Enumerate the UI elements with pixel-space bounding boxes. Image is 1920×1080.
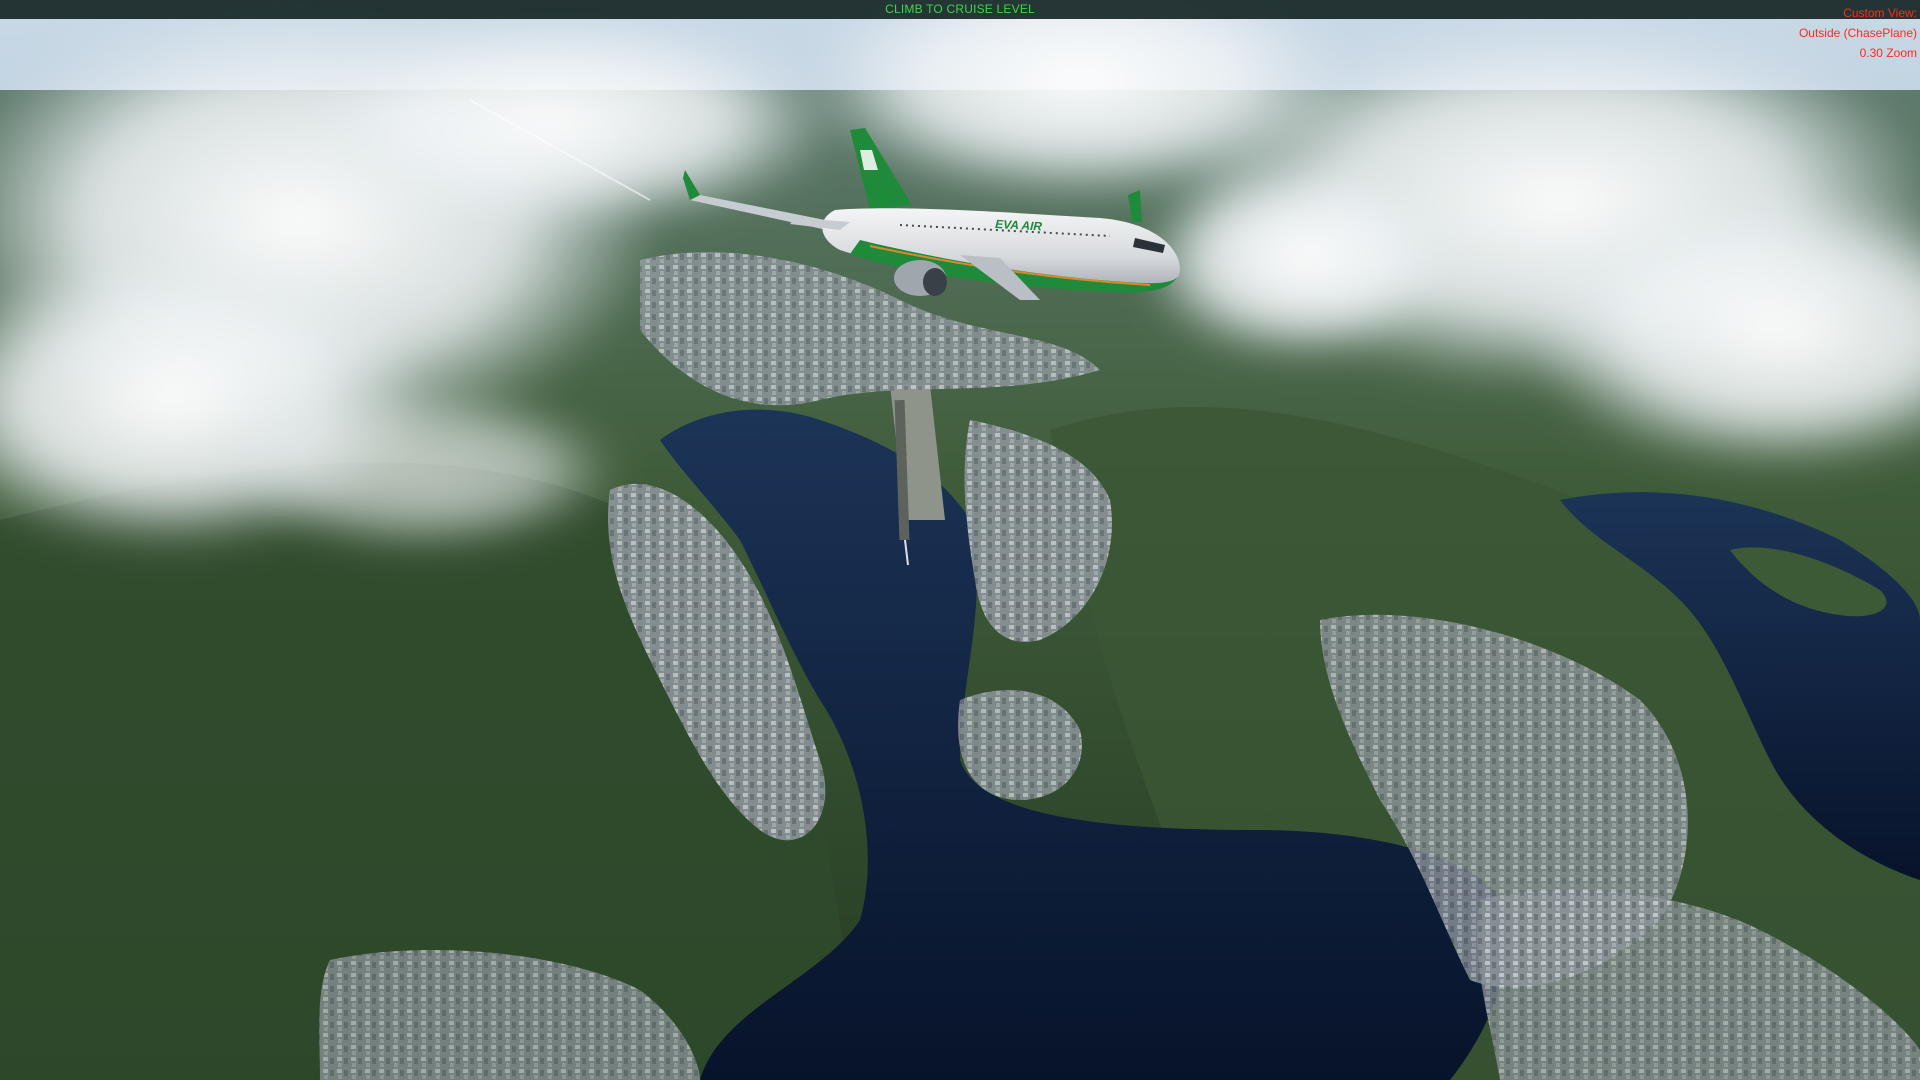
camera-info: Custom View: Outside (ChasePlane) 0.30 Z… (1799, 3, 1917, 63)
livery-text: EVA AIR (995, 217, 1043, 233)
camera-view-mode: Outside (ChasePlane) (1798, 26, 1917, 40)
engine-intake (923, 268, 947, 296)
scenery-view: EVA AIR (0, 0, 1920, 1080)
camera-view-name: Custom View: (1843, 6, 1917, 20)
sim-viewport[interactable]: EVA AIR CLIMB TO CRUISE LEVEL Custom Vie… (0, 0, 1920, 1080)
camera-zoom: 0.30 Zoom (1859, 46, 1917, 60)
flight-phase-message: CLIMB TO CRUISE LEVEL (885, 2, 1035, 16)
hud-top-bar: CLIMB TO CRUISE LEVEL (0, 0, 1920, 19)
